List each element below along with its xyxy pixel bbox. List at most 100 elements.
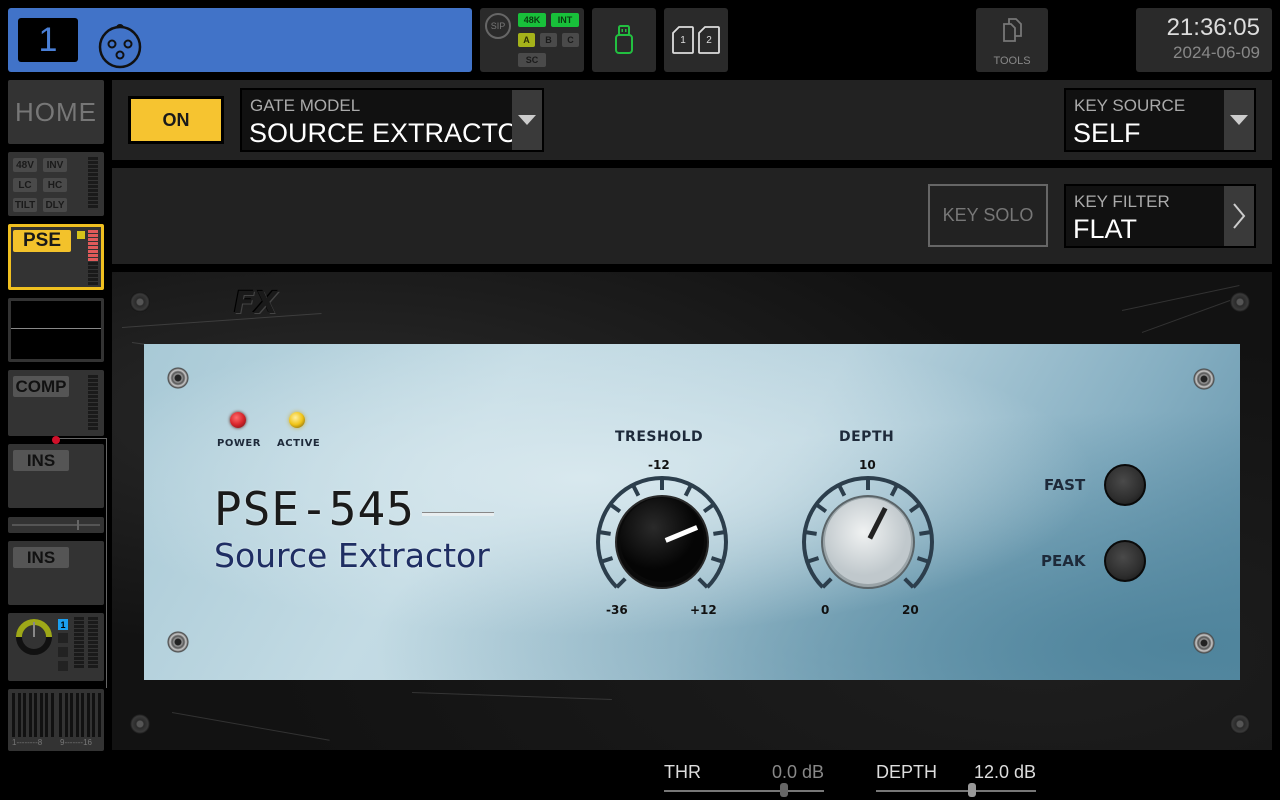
knob-scale-tick — [815, 502, 828, 514]
usb-button[interactable] — [592, 8, 656, 72]
model-divider — [422, 512, 494, 516]
gate-reduction-meter — [88, 230, 98, 285]
sidebar-input-section[interactable]: 48V INV LC HC TILT DLY — [8, 152, 104, 216]
key-source-dropdown[interactable]: KEY SOURCE SELF — [1064, 88, 1256, 152]
gate-on-button[interactable]: ON — [128, 96, 224, 144]
threshold-param-name: THR — [664, 762, 701, 782]
tag-hc: HC — [43, 178, 67, 192]
threshold-top-label: -12 — [648, 458, 670, 472]
bus-send-bar — [39, 693, 43, 737]
knob-scale-tick — [683, 484, 693, 497]
faceplate-screw — [167, 367, 189, 389]
sd-card-button[interactable]: 1 2 — [664, 8, 728, 72]
knob-scale-tick — [806, 556, 820, 564]
threshold-knob[interactable] — [592, 472, 732, 612]
bank-c-badge: C — [562, 33, 579, 47]
knob-scale-tick — [697, 577, 709, 589]
faceplate-screw — [1193, 368, 1215, 390]
active-led-label: ACTIVE — [277, 438, 321, 449]
threshold-slider-track[interactable] — [664, 790, 824, 792]
knob-scale-tick — [702, 502, 715, 514]
home-button[interactable]: HOME — [8, 80, 104, 144]
bus-send-bar — [97, 693, 101, 737]
bank-a-badge: A — [518, 33, 535, 47]
key-solo-button[interactable]: KEY SOLO — [928, 184, 1048, 247]
chevron-down-icon[interactable] — [512, 90, 542, 150]
knob-scale-tick — [609, 502, 622, 514]
sidebar-eq-section[interactable] — [8, 298, 104, 362]
depth-param-slider[interactable]: DEPTH 12.0 dB — [876, 760, 1036, 797]
bus-send-bar — [28, 693, 32, 737]
depth-slider-track[interactable] — [876, 790, 1036, 792]
bus-send-bar — [86, 693, 90, 737]
meter-segment — [88, 230, 98, 233]
bus-send-bar — [12, 693, 15, 737]
threshold-slider-thumb[interactable] — [780, 783, 788, 797]
meter-segment — [88, 234, 98, 237]
comp-label: COMP — [13, 376, 69, 397]
knob-scale-tick — [713, 530, 726, 536]
sync-status-panel[interactable]: SIP 48K INT A B C SC — [480, 8, 584, 72]
pan-knob-icon — [16, 619, 52, 655]
sc-badge: SC — [518, 53, 546, 67]
knob-scale-tick — [889, 484, 899, 497]
sidebar-comp-section[interactable]: COMP — [8, 370, 104, 436]
bus-send-bars — [12, 693, 101, 737]
meter-segment — [88, 274, 98, 277]
channel-strip-header[interactable]: 1 — [8, 8, 472, 72]
sd-card-2-icon: 2 — [698, 26, 720, 54]
peak-switch-button[interactable] — [1104, 540, 1146, 582]
sd-card-2-label: 2 — [706, 34, 712, 46]
depth-knob[interactable] — [798, 472, 938, 612]
bus-send-bar — [75, 693, 79, 737]
meter-segment — [88, 262, 98, 265]
sidebar-bus-sends-section[interactable]: 1--------8 9-------16 — [8, 689, 104, 751]
model-name: PSE-545 — [214, 482, 415, 536]
bank-b-badge: B — [540, 33, 557, 47]
active-led — [289, 412, 305, 428]
clock-source-badge: INT — [551, 13, 579, 27]
threshold-param-value: 0.0 dB — [771, 762, 824, 782]
usb-drive-icon — [615, 25, 633, 54]
faceplate-screw — [167, 631, 189, 653]
meter-segment — [88, 238, 98, 241]
meter-segment — [88, 258, 98, 261]
depth-param-name: DEPTH — [876, 762, 938, 782]
copy-documents-icon — [1003, 18, 1022, 42]
knob-scale-tick — [903, 577, 915, 589]
meter-segment — [88, 246, 98, 249]
sip-icon: SIP — [485, 13, 511, 39]
sidebar-gate-section[interactable]: PSE — [8, 224, 104, 290]
knob-scale-tick — [710, 556, 724, 564]
sample-rate-badge: 48K — [518, 13, 546, 27]
fx-brand-logo: FX — [234, 286, 278, 321]
chevron-right-icon[interactable] — [1224, 186, 1254, 246]
knob-scale-tick — [908, 502, 921, 514]
gate-model-dropdown[interactable]: GATE MODEL SOURCE EXTRACTOR — [240, 88, 544, 152]
threshold-param-slider[interactable]: THR 0.0 dB — [664, 760, 824, 797]
bus-send-bar — [59, 693, 62, 737]
bus-send-bar — [17, 693, 21, 737]
tools-label: TOOLS — [993, 55, 1031, 67]
depth-slider-thumb[interactable] — [968, 783, 976, 797]
knob-scale-tick — [837, 484, 847, 497]
bus-send-bar — [81, 693, 84, 737]
channel-number: 1 — [18, 18, 78, 62]
tag-tilt: TILT — [13, 198, 37, 212]
fast-switch-button[interactable] — [1104, 464, 1146, 506]
gate-status-indicator — [77, 231, 85, 239]
meter-segment — [88, 250, 98, 253]
input-level-meter — [88, 157, 98, 208]
key-filter-selector[interactable]: KEY FILTER FLAT — [1064, 184, 1256, 248]
key-source-label: KEY SOURCE — [1074, 96, 1186, 115]
plugin-faceplate: POWER ACTIVE PSE-545 Source Extractor TR… — [144, 344, 1240, 680]
meter-segment — [88, 242, 98, 245]
depth-param-value: 12.0 dB — [973, 762, 1036, 782]
signal-route-line — [55, 438, 107, 688]
chevron-down-icon[interactable] — [1224, 90, 1254, 150]
rack-screw — [130, 714, 150, 734]
sd-card-1-icon: 1 — [672, 26, 694, 54]
meter-segment — [88, 282, 98, 285]
bus-send-bar — [70, 693, 73, 737]
tools-button[interactable]: TOOLS — [976, 8, 1048, 72]
